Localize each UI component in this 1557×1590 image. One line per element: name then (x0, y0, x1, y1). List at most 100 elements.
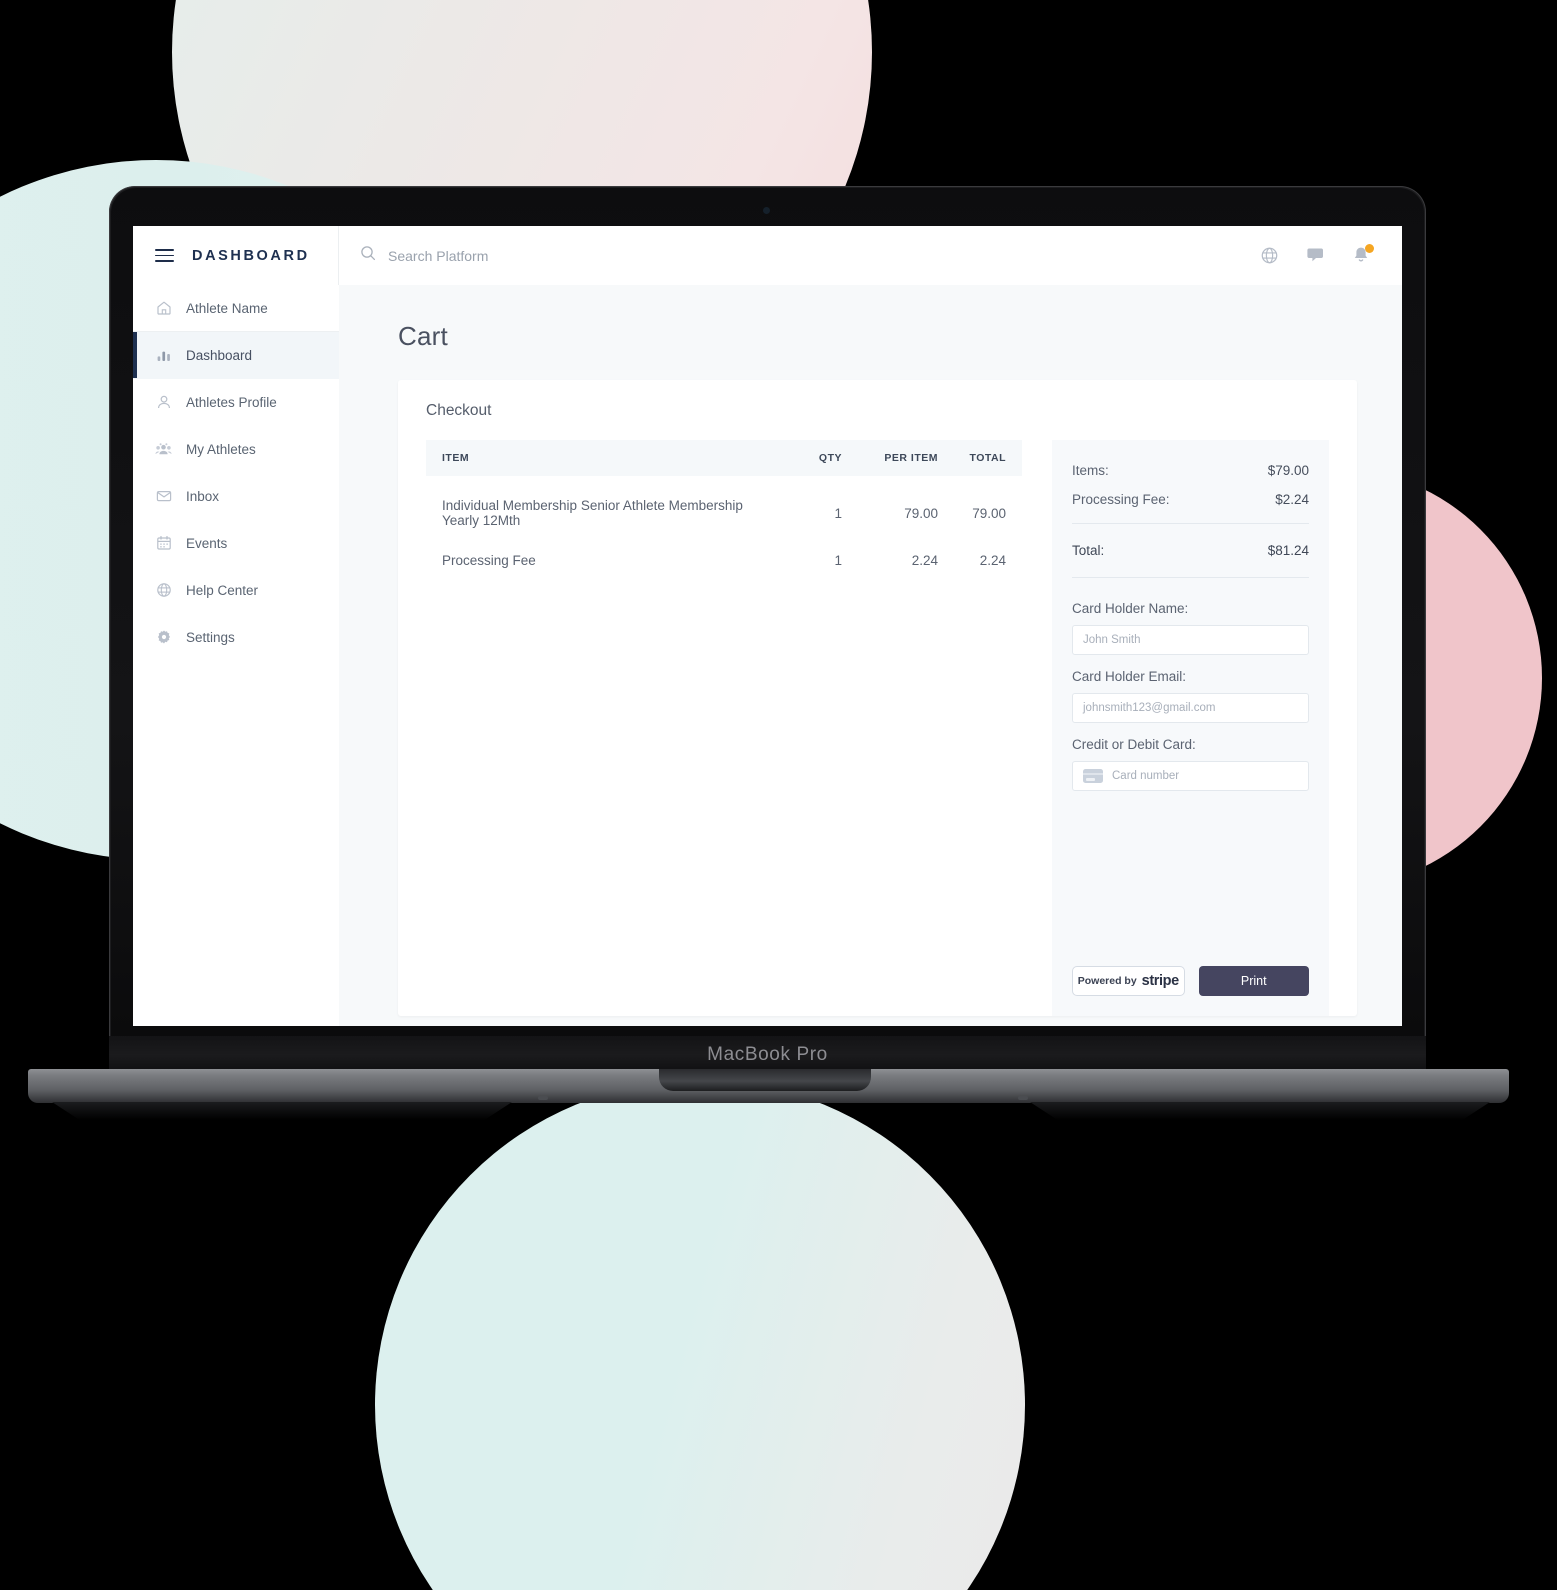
cell-item: Processing Fee (442, 552, 536, 568)
column-header-qty: QTY (762, 440, 842, 476)
brand-title: DASHBOARD (192, 247, 310, 264)
globe-icon (155, 582, 172, 599)
stripe-wordmark: stripe (1141, 973, 1179, 989)
table-row: Processing Fee 1 2.24 2.24 (426, 539, 1022, 581)
summary-row-items: Items: $79.00 (1072, 456, 1309, 485)
hamburger-icon[interactable] (155, 248, 174, 263)
notification-badge (1365, 243, 1374, 253)
stripe-prefix: Powered by (1077, 975, 1137, 987)
search-input[interactable] (388, 247, 708, 264)
sidebar-item-athlete-name[interactable]: Athlete Name (133, 285, 339, 332)
table-row: Individual Membership Senior Athlete Mem… (426, 476, 1022, 539)
top-bar: DASHBOARD (133, 226, 1402, 285)
sidebar-item-label: Dashboard (186, 347, 253, 363)
sidebar-item-label: Events (186, 535, 228, 551)
card-holder-email-placeholder: johnsmith123@gmail.com (1083, 702, 1216, 714)
cell-item: Individual Membership Senior Athlete Mem… (442, 498, 743, 528)
cell-total: 2.24 (979, 552, 1006, 568)
calendar-icon (155, 535, 172, 552)
cell-total: 79.00 (972, 505, 1006, 521)
fee-value: $2.24 (1275, 492, 1309, 507)
screenshot-stage: DASHBOARD Search Platform Athlete Name D… (0, 0, 1557, 1590)
fee-label: Processing Fee: (1072, 492, 1170, 507)
brand-area: DASHBOARD (133, 226, 339, 285)
table-body: Individual Membership Senior Athlete Mem… (426, 476, 1022, 581)
powered-by-stripe-badge[interactable]: Powered by stripe (1072, 966, 1185, 996)
summary-row-processing-fee: Processing Fee: $2.24 (1072, 485, 1309, 514)
table-header-row: ITEM QTY PER ITEM TOTAL (426, 440, 1022, 476)
chat-icon[interactable] (1306, 246, 1326, 266)
body-row: Athlete Name Dashboard Athletes Profile … (133, 285, 1402, 1026)
divider (1072, 577, 1309, 578)
card-holder-email-label: Card Holder Email: (1072, 669, 1187, 684)
sidebar-item-help-center[interactable]: Help Center (133, 567, 339, 614)
main-content: Cart Checkout ITEM QTY PER ITEM TOTAL In… (339, 285, 1402, 1026)
bell-icon[interactable] (1352, 243, 1374, 266)
sidebar: Athlete Name Dashboard Athletes Profile … (133, 285, 339, 1026)
print-button[interactable]: Print (1198, 966, 1309, 996)
laptop-foot (1018, 1096, 1028, 1100)
page-title: Cart (398, 321, 448, 351)
items-label: Items: (1072, 463, 1109, 478)
dashboard-app: DASHBOARD Search Platform Athlete Name D… (133, 226, 1402, 1026)
card-number-field[interactable]: Card number (1072, 761, 1309, 791)
sidebar-item-athletes-profile[interactable]: Athletes Profile (133, 379, 339, 426)
search-icon (360, 245, 376, 266)
sidebar-item-events[interactable]: Events (133, 520, 339, 567)
items-value: $79.00 (1267, 463, 1309, 478)
column-header-item: ITEM (426, 440, 762, 476)
gear-icon (155, 629, 172, 646)
laptop-base-notch (659, 1069, 871, 1091)
card-holder-name-placeholder: John Smith (1083, 634, 1141, 646)
cell-per-item: 2.24 (911, 552, 938, 568)
sidebar-item-label: Settings (186, 629, 235, 645)
total-label: Total: (1072, 543, 1105, 558)
credit-card-icon (1083, 769, 1103, 783)
column-header-total: TOTAL (938, 440, 1022, 476)
laptop-base-shadow-left (52, 1102, 512, 1120)
sidebar-item-label: Athlete Name (186, 300, 268, 316)
sidebar-item-label: Help Center (186, 582, 259, 598)
column-header-per-item: PER ITEM (842, 440, 938, 476)
total-value: $81.24 (1267, 543, 1309, 558)
divider (1072, 523, 1309, 524)
card-holder-email-field[interactable]: johnsmith123@gmail.com (1072, 693, 1309, 723)
laptop-foot (538, 1096, 548, 1100)
checkout-card: Checkout ITEM QTY PER ITEM TOTAL Individ… (398, 380, 1357, 1016)
macbook-pro-mockup: DASHBOARD Search Platform Athlete Name D… (0, 0, 1557, 1590)
home-icon (155, 300, 172, 317)
checkout-body: ITEM QTY PER ITEM TOTAL Individual Membe… (426, 440, 1329, 1016)
laptop-screen: DASHBOARD Search Platform Athlete Name D… (133, 226, 1402, 1026)
laptop-base-shadow-right (1030, 1102, 1490, 1120)
credit-card-label: Credit or Debit Card: (1072, 737, 1196, 752)
sidebar-item-settings[interactable]: Settings (133, 614, 339, 661)
sidebar-item-dashboard[interactable]: Dashboard (133, 332, 339, 379)
card-holder-name-label: Card Holder Name: (1072, 601, 1189, 616)
table-head: ITEM QTY PER ITEM TOTAL (426, 440, 1022, 476)
sidebar-item-inbox[interactable]: Inbox (133, 473, 339, 520)
summary-row-total: Total: $81.24 (1072, 533, 1309, 568)
sidebar-item-label: Athletes Profile (186, 394, 277, 410)
sidebar-item-label: Inbox (186, 488, 220, 504)
sidebar-item-label: My Athletes (186, 441, 256, 457)
globe-icon[interactable] (1260, 246, 1280, 266)
group-icon (155, 441, 172, 458)
webcam-icon (763, 207, 770, 214)
cell-per-item: 79.00 (904, 505, 938, 521)
envelope-icon (155, 488, 172, 505)
cart-table-wrapper: ITEM QTY PER ITEM TOTAL Individual Membe… (426, 440, 1022, 1016)
person-icon (155, 394, 172, 411)
card-number-placeholder: Card number (1112, 770, 1180, 782)
bar-chart-icon (155, 347, 172, 364)
sidebar-item-my-athletes[interactable]: My Athletes (133, 426, 339, 473)
cell-qty: 1 (834, 505, 842, 521)
order-summary-panel: Items: $79.00 Processing Fee: $2.24 Tota… (1052, 440, 1329, 1016)
cell-qty: 1 (834, 552, 842, 568)
card-holder-name-field[interactable]: John Smith (1072, 625, 1309, 655)
device-label: MacBook Pro (707, 1044, 828, 1065)
checkout-title: Checkout (426, 402, 492, 419)
summary-actions: Powered by stripe Print (1072, 966, 1309, 1000)
cart-table: ITEM QTY PER ITEM TOTAL Individual Membe… (426, 440, 1022, 581)
search-bar (339, 226, 1260, 285)
